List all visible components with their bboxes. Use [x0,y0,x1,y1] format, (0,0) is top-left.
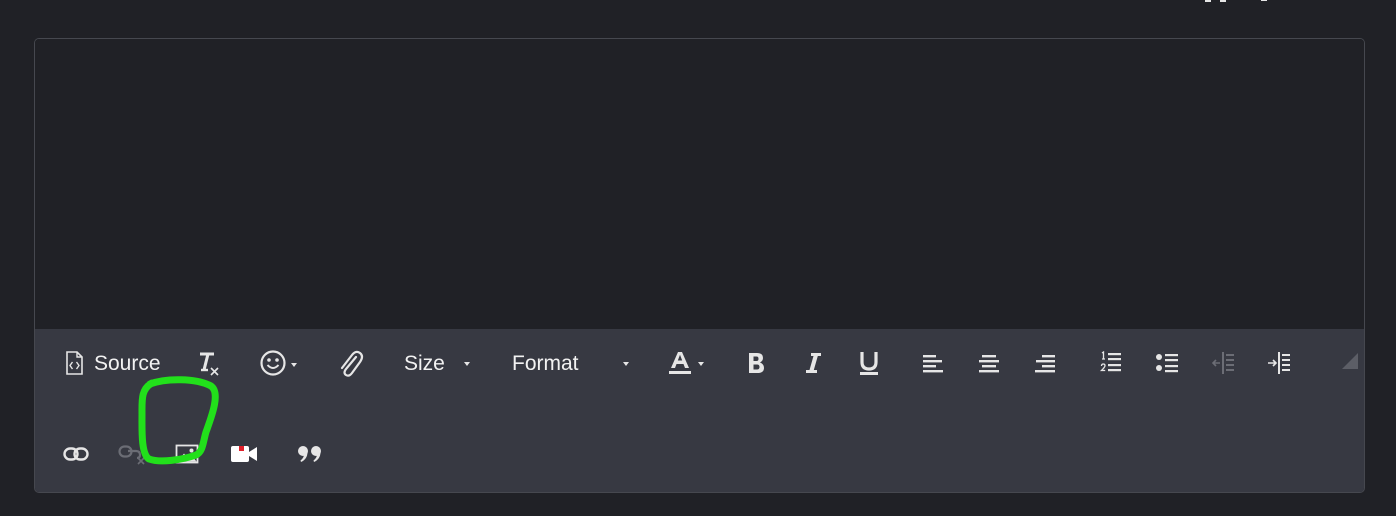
blockquote-button[interactable] [293,439,327,469]
rich-text-editor: Source Size Format [34,38,1365,493]
outdent-icon [1211,351,1235,375]
source-label: Source [94,352,161,375]
editor-content-area[interactable] [35,39,1364,329]
video-button[interactable] [227,439,261,469]
indent-icon [1267,351,1291,375]
link-icon [63,447,89,461]
numbered-list-icon [1099,351,1123,375]
align-center-icon [978,353,1000,373]
emoji-icon [259,349,287,377]
align-left-button[interactable] [917,347,949,379]
link-button[interactable] [61,439,91,469]
align-right-button[interactable] [1029,347,1061,379]
italic-icon [803,351,823,375]
image-icon [175,444,199,464]
chevron-down-icon [291,363,297,367]
remove-format-button[interactable] [193,347,223,379]
format-dropdown[interactable]: Format [505,347,635,379]
blockquote-icon [297,445,323,463]
underline-button[interactable] [853,347,885,379]
source-button[interactable]: Source [59,347,174,379]
text-color-button[interactable] [665,347,707,379]
align-center-button[interactable] [973,347,1005,379]
bold-icon [746,351,766,375]
indent-button[interactable] [1263,347,1295,379]
text-color-icon [667,350,693,376]
resize-grip-icon[interactable] [1342,353,1358,374]
unlink-button[interactable] [117,439,147,469]
image-button[interactable] [171,439,203,469]
size-label: Size [404,352,445,375]
underline-icon [858,350,880,376]
unlink-icon [118,443,146,465]
chevron-down-icon [623,362,629,366]
source-icon [65,351,83,375]
bulleted-list-icon [1155,352,1179,374]
numbered-list-button[interactable] [1095,347,1127,379]
bulleted-list-button[interactable] [1151,347,1183,379]
align-left-icon [922,353,944,373]
italic-button[interactable] [797,347,829,379]
editor-toolbar: Source Size Format [35,329,1364,492]
video-icon [230,444,258,464]
chevron-down-icon [464,362,470,366]
remove-format-icon [195,349,221,377]
attachment-button[interactable] [333,347,367,379]
bold-button[interactable] [740,347,772,379]
chevron-down-icon [698,362,704,366]
outdent-button[interactable] [1207,347,1239,379]
cropped-top-fragment [1203,0,1283,4]
align-right-icon [1034,353,1056,373]
paperclip-icon [336,348,364,378]
format-label: Format [512,352,579,375]
size-dropdown[interactable]: Size [397,347,477,379]
emoji-button[interactable] [257,347,299,379]
